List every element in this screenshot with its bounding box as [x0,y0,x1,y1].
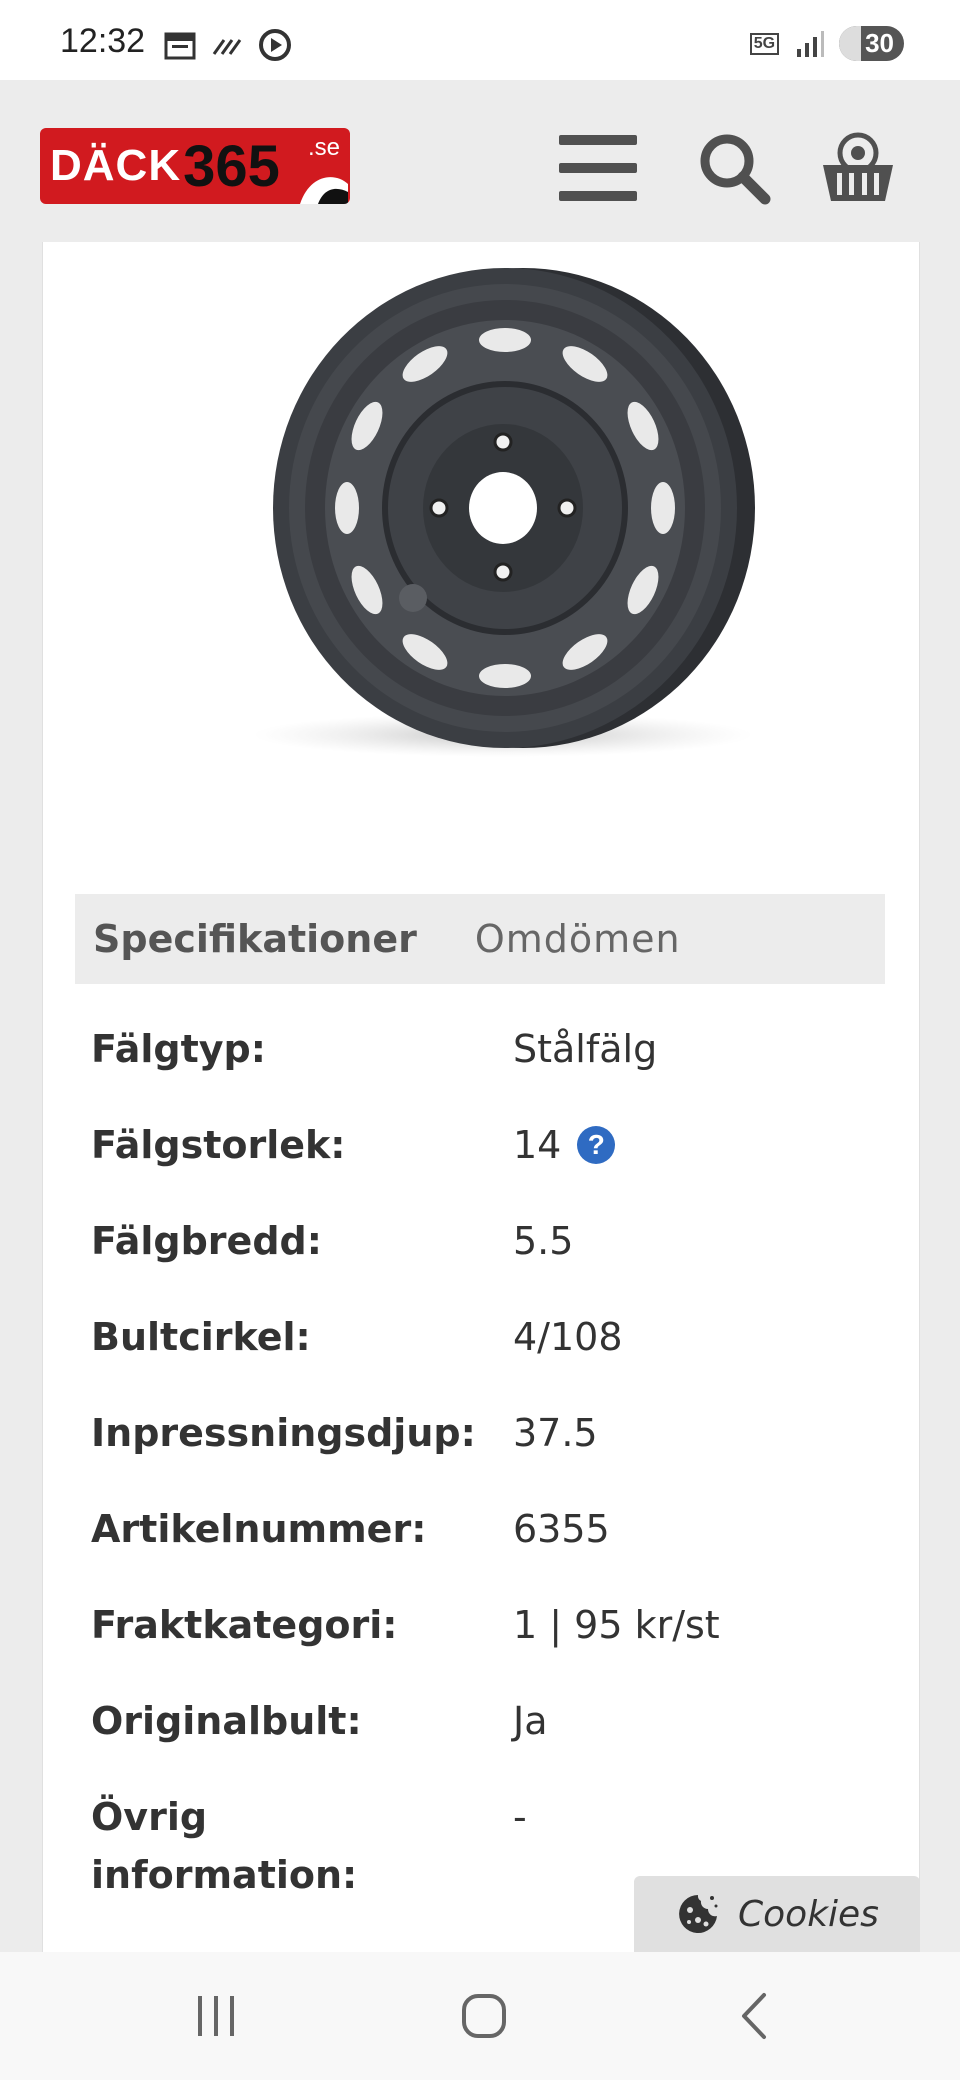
status-icons-left [164,28,292,62]
spec-value-text: 1 | 95 kr/st [513,1603,720,1647]
spec-value: 6355 [513,1500,610,1558]
menu-icon [559,135,637,201]
spec-value-text: Stålfälg [513,1027,658,1071]
spec-row-fraktkategori: Fraktkategori: 1 | 95 kr/st [91,1596,881,1692]
logo-swoosh-icon [300,177,348,204]
product-tabs: Specifikationer Omdömen [75,894,885,984]
spec-row-falgstorlek: Fälgstorlek: 14 ? [91,1116,881,1212]
recent-apps-button[interactable] [176,1984,256,2048]
spec-value-text: 14 [513,1123,562,1167]
menu-button[interactable] [550,120,646,216]
tab-omdomen[interactable]: Omdömen [457,917,699,961]
site-logo[interactable]: DÄCK 365 .se [40,128,350,204]
spec-value: Stålfälg [513,1020,657,1078]
network-type: 5G [749,32,780,55]
spec-value-text: 5.5 [513,1219,574,1263]
spec-label: Fälgstorlek: [91,1123,346,1167]
spec-value-text: 6355 [513,1507,610,1551]
spec-label: Fälgtyp: [91,1027,266,1071]
spec-value: 4/108 [513,1308,623,1366]
spec-value-text: - [513,1795,527,1839]
status-bar: 12:32 5G 30 [0,0,960,80]
wifi-calling-icon [212,39,242,55]
calendar-icon [164,32,196,60]
spec-value: 5.5 [513,1212,573,1270]
site-header: DÄCK 365 .se [0,80,960,242]
basket-icon [823,132,893,201]
spec-label: Artikelnummer: [91,1507,427,1551]
search-button[interactable] [686,120,782,216]
spec-label: Övrig information: [91,1795,358,1897]
home-icon [462,1994,506,2038]
logo-text-dack: DÄCK [50,141,182,190]
spec-row-inpressningsdjup: Inpressningsdjup: 37.5 [91,1404,881,1500]
search-icon [700,134,771,205]
spec-label: Originalbult: [91,1699,362,1743]
signal-icon [797,30,825,57]
spec-value-text: 4/108 [513,1315,623,1359]
spec-row-falgbredd: Fälgbredd: 5.5 [91,1212,881,1308]
spec-value-text: 37.5 [513,1411,598,1455]
cookie-icon [679,1895,718,1933]
cart-button[interactable] [810,120,906,216]
spec-row-originalbult: Originalbult: Ja [91,1692,881,1788]
spec-row-artikelnummer: Artikelnummer: 6355 [91,1500,881,1596]
system-nav-bar [0,1952,960,2080]
spec-list: Fälgtyp: Stålfälg Fälgstorlek: 14 ? Fälg… [91,1020,881,1918]
steel-wheel-image[interactable] [233,250,773,770]
back-button[interactable] [714,1984,794,2048]
spec-value: Ja [513,1692,548,1750]
tab-specifikationer[interactable]: Specifikationer [75,917,435,961]
home-button[interactable] [444,1984,524,2048]
cookies-button[interactable]: Cookies [634,1876,920,1952]
spec-value: 14 ? [513,1116,616,1174]
spec-label: Inpressningsdjup: [91,1411,476,1455]
spec-label: Fraktkategori: [91,1603,398,1647]
spec-value-text: Ja [513,1699,548,1743]
cookies-label: Cookies [738,1893,879,1935]
product-card: Specifikationer Omdömen Fälgtyp: Stålfäl… [42,242,920,1954]
logo-text-domain: .se [307,134,340,161]
spec-value: 37.5 [513,1404,598,1462]
spec-row-falgtyp: Fälgtyp: Stålfälg [91,1020,881,1116]
recent-apps-icon [198,1996,234,2036]
status-time: 12:32 [60,22,146,60]
back-icon [742,1993,766,2039]
logo-text-number: 365 [183,133,280,199]
battery-indicator: 30 [839,26,904,61]
spec-label: Bultcirkel: [91,1315,311,1359]
spec-label: Fälgbredd: [91,1219,322,1263]
spec-row-bultcirkel: Bultcirkel: 4/108 [91,1308,881,1404]
status-icons-right: 5G 30 [749,26,904,61]
help-icon[interactable]: ? [577,1126,616,1164]
spec-value: 1 | 95 kr/st [513,1596,720,1654]
spec-value: - [513,1788,527,1846]
play-circle-icon [259,29,291,61]
